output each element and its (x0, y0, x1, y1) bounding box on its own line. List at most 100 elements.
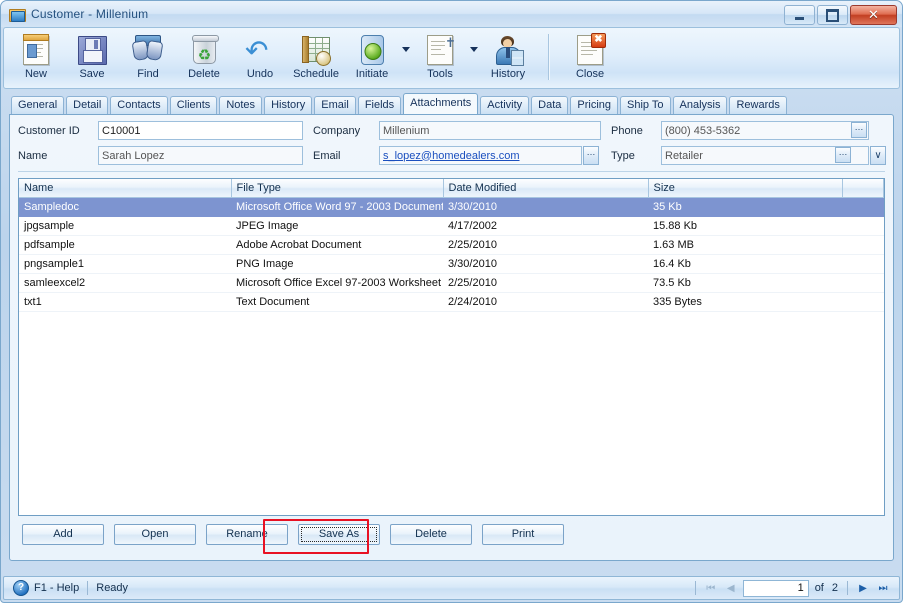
tab-general[interactable]: General (11, 96, 65, 114)
email-ellipsis-button[interactable]: … (583, 146, 599, 165)
toolbar-button-find[interactable]: Find (120, 30, 176, 86)
tab-contacts[interactable]: Contacts (110, 96, 168, 114)
tab-strip: General Detail Contacts Clients Notes Hi… (11, 93, 902, 114)
help-label: F1 - Help (34, 582, 80, 594)
initiate-dropdown-arrow[interactable] (400, 30, 412, 86)
undo-arrow-icon: ↶ (245, 35, 269, 66)
status-state: Ready (96, 582, 129, 594)
save-as-label: Save As (318, 528, 360, 540)
tab-ship-to[interactable]: Ship To (620, 96, 671, 114)
table-row[interactable]: pdfsample Adobe Acrobat Document 2/25/20… (19, 235, 884, 255)
last-record-button[interactable]: ⏭ (875, 580, 891, 596)
attachments-panel: Customer ID Name Company Email … (9, 114, 894, 561)
toolbar-button-new[interactable]: New (8, 30, 64, 86)
tab-clients[interactable]: Clients (169, 96, 218, 114)
phone-ellipsis-button[interactable]: … (851, 122, 867, 138)
email-row: Email … (313, 146, 601, 165)
cell-size: 1.63 MB (648, 235, 842, 255)
tab-activity[interactable]: Activity (480, 96, 530, 114)
toolbar-label: Initiate (355, 68, 389, 80)
cell-filler (842, 254, 884, 274)
customer-form: Customer ID Name Company Email … (18, 121, 886, 172)
toolbar-button-undo[interactable]: ↶ Undo (232, 30, 288, 86)
tab-history[interactable]: History (264, 96, 313, 114)
column-header-name[interactable]: Name (19, 179, 232, 198)
toolbar-button-history[interactable]: History (480, 30, 536, 86)
attachments-grid[interactable]: Name File Type Date Modified Size Sample… (18, 178, 885, 516)
nav-separator-right (847, 581, 848, 595)
cell-size: 35 Kb (648, 197, 842, 217)
company-label: Company (313, 124, 361, 137)
customer-id-input[interactable] (98, 121, 303, 140)
table-row[interactable]: txt1 Text Document 2/24/2010 335 Bytes (19, 292, 884, 312)
tab-pricing[interactable]: Pricing (570, 96, 619, 114)
minimize-button[interactable] (784, 5, 815, 25)
save-as-button[interactable]: Save As (298, 524, 380, 545)
open-button[interactable]: Open (114, 524, 196, 545)
add-button[interactable]: Add (22, 524, 104, 545)
cell-filler (842, 273, 884, 293)
previous-record-button[interactable]: ◀ (723, 580, 739, 596)
window-controls: ✕ (784, 5, 897, 25)
delete-button[interactable]: Delete (390, 524, 472, 545)
table-row[interactable]: Sampledoc Microsoft Office Word 97 - 200… (19, 197, 884, 217)
maximize-button[interactable] (817, 5, 848, 25)
email-input[interactable] (379, 146, 582, 165)
print-button[interactable]: Print (482, 524, 564, 545)
phone-input[interactable] (661, 121, 869, 140)
cell-name: txt1 (19, 292, 231, 312)
tools-dropdown-arrow[interactable] (468, 30, 480, 86)
window-title: Customer - Millenium (31, 7, 149, 21)
rename-button[interactable]: Rename (206, 524, 288, 545)
toolbar-button-delete[interactable]: ♻ Delete (176, 30, 232, 86)
binoculars-icon (131, 34, 164, 66)
toolbar-button-close[interactable]: ✖ Close (562, 30, 618, 86)
column-header-date-modified[interactable]: Date Modified (443, 179, 649, 198)
attachments-table: Name File Type Date Modified Size Sample… (19, 179, 884, 312)
email-label: Email (313, 149, 341, 162)
table-row[interactable]: jpgsample JPEG Image 4/17/2002 15.88 Kb (19, 216, 884, 236)
minimize-icon (795, 16, 804, 20)
toolbar-separator (548, 34, 550, 80)
record-number-input[interactable] (742, 579, 809, 597)
column-header-file-type[interactable]: File Type (231, 179, 444, 198)
help-icon: ? (13, 580, 29, 596)
type-row: Type … ∨ (611, 146, 886, 165)
type-ellipsis-button[interactable]: … (835, 147, 851, 163)
cell-file-type: Microsoft Office Word 97 - 2003 Document (231, 197, 443, 217)
cell-date-modified: 3/30/2010 (443, 197, 648, 217)
help-hint[interactable]: ? F1 - Help (8, 580, 79, 596)
company-row: Company (313, 121, 601, 140)
tab-detail[interactable]: Detail (66, 96, 109, 114)
column-header-size[interactable]: Size (648, 179, 843, 198)
first-record-button[interactable]: ⏮ (703, 580, 719, 596)
tab-attachments[interactable]: Attachments (403, 93, 479, 114)
recycle-bin-icon: ♻ (188, 34, 220, 66)
type-dropdown-button[interactable]: ∨ (870, 146, 886, 165)
name-input[interactable] (98, 146, 303, 165)
cell-date-modified: 2/24/2010 (443, 292, 648, 312)
cell-name: Sampledoc (19, 197, 231, 217)
toolbar-button-schedule[interactable]: Schedule (288, 30, 344, 86)
next-record-button[interactable]: ▶ (855, 580, 871, 596)
tab-fields[interactable]: Fields (357, 96, 402, 114)
cell-filler (842, 292, 884, 312)
toolbar-button-save[interactable]: Save (64, 30, 120, 86)
column-header-filler (842, 179, 884, 198)
table-row[interactable]: pngsample1 PNG Image 3/30/2010 16.4 Kb (19, 254, 884, 274)
toolbar-label: Undo (246, 68, 274, 80)
company-input[interactable] (379, 121, 601, 140)
toolbar-button-initiate[interactable]: Initiate (344, 30, 400, 86)
cell-file-type: Microsoft Office Excel 97-2003 Worksheet (231, 273, 443, 293)
nav-separator-left (694, 581, 696, 595)
cell-date-modified: 2/25/2010 (443, 235, 648, 255)
tab-email[interactable]: Email (314, 96, 356, 114)
close-window-button[interactable]: ✕ (850, 5, 897, 25)
toolbar-button-tools[interactable]: ✝ Tools (412, 30, 468, 86)
tab-data[interactable]: Data (531, 96, 569, 114)
tab-analysis[interactable]: Analysis (672, 96, 728, 114)
tab-notes[interactable]: Notes (219, 96, 263, 114)
tab-rewards[interactable]: Rewards (729, 96, 787, 114)
close-icon: ✕ (868, 7, 879, 23)
table-row[interactable]: samleexcel2 Microsoft Office Excel 97-20… (19, 273, 884, 293)
